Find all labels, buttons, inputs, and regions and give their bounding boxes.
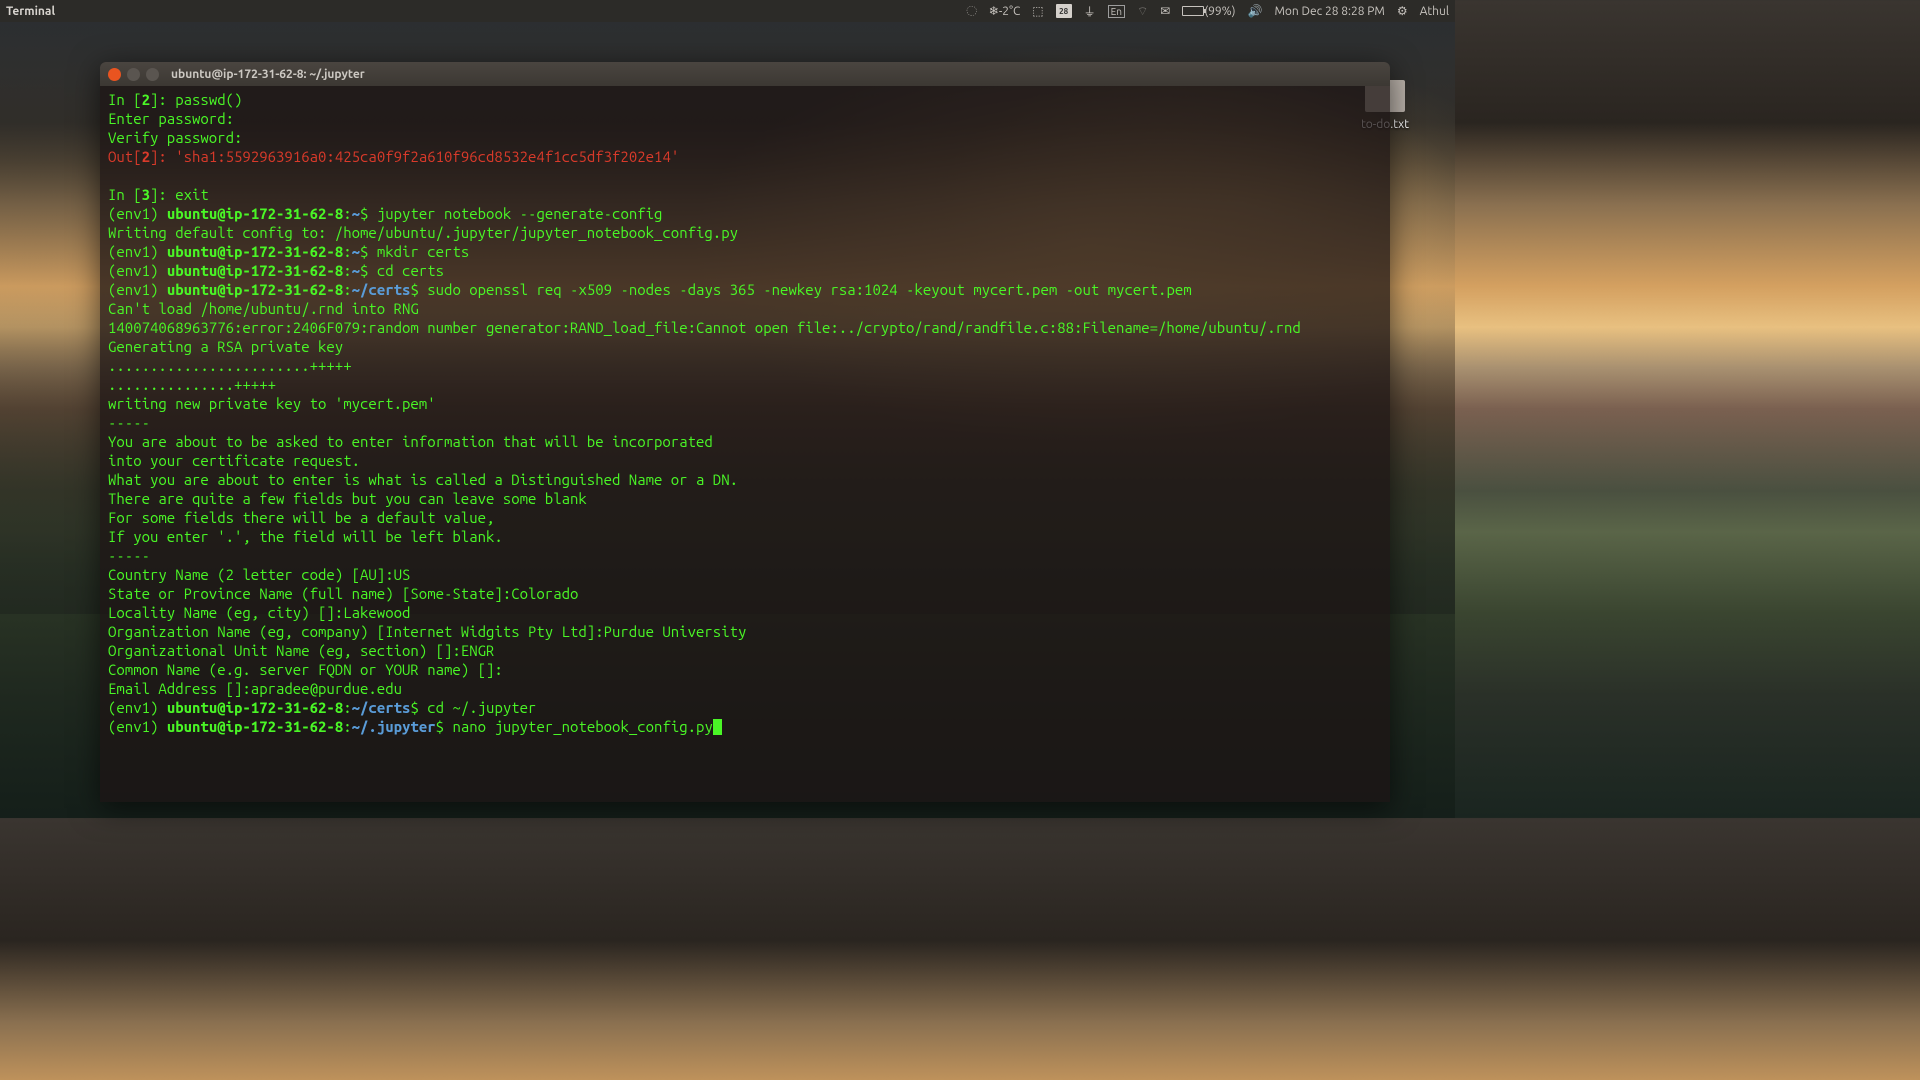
volume-icon[interactable]: 🔊 (1248, 4, 1263, 18)
weather-indicator[interactable]: ❄ -2°C (989, 4, 1021, 18)
window-title: ubuntu@ip-172-31-62-8: ~/.jupyter (171, 68, 365, 81)
active-app-menu[interactable]: Terminal (6, 5, 55, 18)
lightbulb-icon[interactable]: ◌ (967, 5, 977, 18)
window-titlebar[interactable]: ubuntu@ip-172-31-62-8: ~/.jupyter (100, 62, 1390, 86)
minimize-button[interactable] (127, 68, 140, 81)
close-button[interactable] (108, 68, 121, 81)
terminal-window[interactable]: ubuntu@ip-172-31-62-8: ~/.jupyter In [2]… (100, 62, 1390, 802)
calendar-icon[interactable]: 28 (1056, 4, 1072, 18)
session-gear-icon[interactable]: ⚙ (1397, 4, 1408, 18)
dropbox-icon[interactable]: ⬚ (1032, 4, 1043, 18)
wifi-icon[interactable]: ⏚ (1084, 3, 1096, 20)
clock[interactable]: Mon Dec 28 8:28 PM (1274, 5, 1384, 18)
battery-indicator[interactable]: (99%) (1182, 5, 1235, 18)
bluetooth-icon[interactable]: ⌔ (1137, 4, 1148, 19)
keyboard-indicator[interactable]: En (1108, 5, 1125, 18)
system-menubar: Terminal ◌ ❄ -2°C ⬚ 28 ⏚ En ⌔ ✉ (99%) 🔊 … (0, 0, 1455, 22)
terminal-content[interactable]: In [2]: passwd() Enter password: Verify … (100, 86, 1390, 802)
mail-icon[interactable]: ✉ (1160, 4, 1170, 18)
terminal-cursor (713, 719, 722, 735)
maximize-button[interactable] (146, 68, 159, 81)
user-menu[interactable]: Athul (1420, 5, 1449, 18)
